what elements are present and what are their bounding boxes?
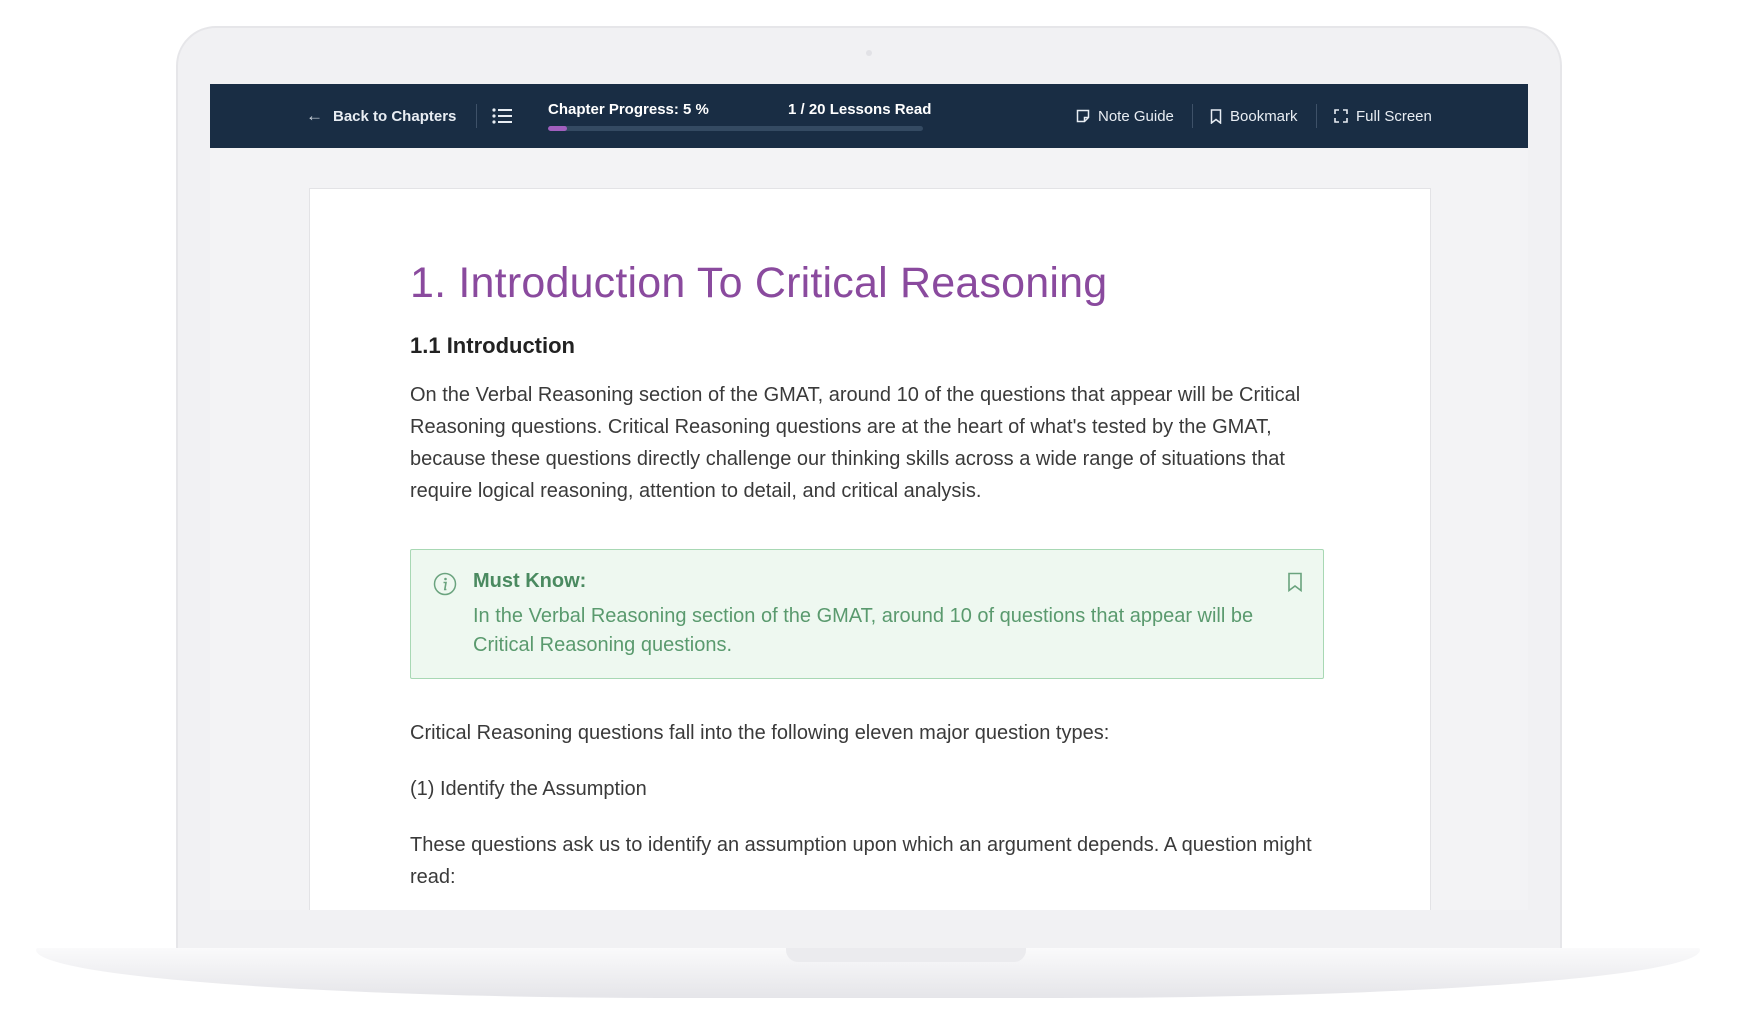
full-screen-label: Full Screen [1356, 107, 1432, 125]
arrow-left-icon: ← [306, 106, 323, 125]
info-icon [433, 572, 457, 601]
back-label: Back to Chapters [333, 107, 457, 125]
question-types-intro: Critical Reasoning questions fall into t… [410, 722, 1110, 744]
screen: ← Back to Chapters Chapter Progress: 5 %… [210, 84, 1528, 910]
laptop-base [36, 948, 1700, 998]
intro-paragraph: On the Verbal Reasoning section of the G… [410, 384, 1301, 502]
list-icon [492, 108, 512, 124]
back-to-chapters-button[interactable]: ← Back to Chapters [306, 84, 456, 148]
question-type-heading: (1) Identify the Assumption [410, 778, 647, 800]
chapter-progress-fill [548, 126, 567, 131]
bookmark-button[interactable]: Bookmark [1210, 84, 1298, 148]
divider [476, 104, 477, 128]
note-guide-button[interactable]: Note Guide [1076, 84, 1174, 148]
divider [1192, 104, 1193, 128]
chapter-progress-bar [548, 126, 923, 131]
bookmark-icon [1210, 108, 1222, 124]
section-title: 1.1 Introduction [410, 333, 575, 358]
top-bar: ← Back to Chapters Chapter Progress: 5 %… [210, 84, 1528, 148]
note-icon [1076, 109, 1090, 123]
chapter-title: 1. Introduction To Critical Reasoning [410, 259, 1108, 307]
chapter-list-button[interactable] [492, 84, 512, 148]
must-know-text: In the Verbal Reasoning section of the G… [473, 605, 1254, 656]
must-know-bookmark-icon[interactable] [1287, 572, 1303, 597]
lesson-card: 1. Introduction To Critical Reasoning 1.… [309, 188, 1431, 910]
chapter-progress-label: Chapter Progress: 5 % [548, 101, 709, 118]
lessons-read-label: 1 / 20 Lessons Read [788, 101, 932, 118]
divider [1316, 104, 1317, 128]
bookmark-label: Bookmark [1230, 107, 1298, 125]
full-screen-button[interactable]: Full Screen [1334, 84, 1432, 148]
question-type-description: These questions ask us to identify an as… [410, 834, 1312, 888]
laptop-notch [786, 948, 1026, 962]
must-know-callout: Must Know: In the Verbal Reasoning secti… [410, 549, 1324, 679]
note-guide-label: Note Guide [1098, 107, 1174, 125]
camera-dot [866, 50, 872, 56]
expand-icon [1334, 109, 1348, 123]
must-know-title: Must Know: [473, 570, 587, 592]
